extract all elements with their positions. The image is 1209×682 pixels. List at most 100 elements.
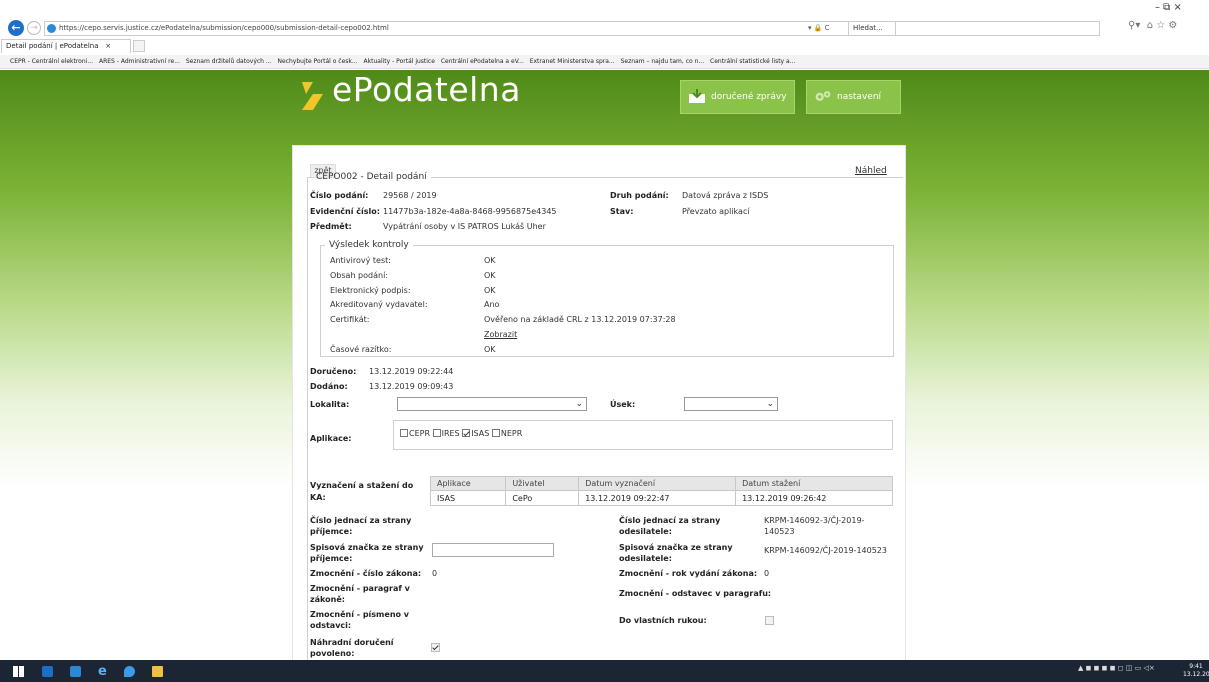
law-number-label: Zmocnění - číslo zákona:	[310, 569, 422, 578]
table-row: ISAS CePo 13.12.2019 09:22:47 13.12.2019…	[429, 490, 893, 506]
bookmark-item[interactable]: Extranet Ministerstva spra...	[530, 58, 615, 65]
application-checkboxes: CEPR IRES ISAS NEPR	[400, 429, 522, 438]
locality-select[interactable]: ⌄	[397, 397, 587, 411]
favorites-star-icon[interactable]: ☆	[1156, 20, 1165, 31]
checkbox-isas[interactable]	[462, 429, 471, 437]
back-arrow-icon[interactable]: ←	[8, 20, 24, 36]
checkbox-cepr[interactable]	[400, 429, 408, 437]
new-tab-button[interactable]	[133, 40, 145, 52]
outlook-icon[interactable]	[42, 666, 53, 677]
bookmark-item[interactable]: Nechybujte Portál o česk...	[278, 58, 358, 65]
file-mark-recipient-label: Spisová značka ze strany příjemce:	[310, 543, 424, 563]
ref-number-recipient-label: Číslo jednací za strany příjemce:	[310, 516, 412, 536]
gears-icon	[815, 91, 831, 101]
received-messages-button[interactable]: doručené zprávy	[680, 80, 795, 114]
status: Převzato aplikací	[682, 207, 750, 216]
bookmark-item[interactable]: CEPR - Centrální elektroni...	[10, 58, 93, 65]
ka-table: Aplikace Uživatel Datum vyznačení Datum …	[429, 476, 893, 506]
browser-tab[interactable]: Detail podání | ePodatelna ×	[1, 39, 131, 53]
bookmark-item[interactable]: Aktuality - Portál justice	[364, 58, 435, 65]
ref-number-sender: KRPM-146092-3/ČJ-2019-140523	[764, 516, 865, 536]
timestamp-value: OK	[484, 345, 496, 354]
toolbar-icons[interactable]: ⚲▾ ⌂ ☆ ⚙	[1128, 20, 1206, 36]
file-mark-sender-label: Spisová značka ze strany odesilatele:	[619, 543, 733, 563]
check-result-fieldset: Výsledek kontroly	[320, 240, 894, 357]
check-value: OK	[484, 256, 496, 265]
section-label: Úsek:	[610, 400, 636, 409]
lync-icon[interactable]	[70, 666, 81, 677]
taskbar	[0, 660, 1209, 682]
start-windows-icon[interactable]	[13, 666, 24, 677]
file-explorer-icon[interactable]	[152, 666, 163, 677]
chevron-down-icon: ⌄	[766, 399, 774, 409]
check-result-legend: Výsledek kontroly	[329, 240, 409, 250]
address-bar-controls[interactable]: ▾ 🔒 C	[808, 21, 843, 36]
tab-close-icon[interactable]: ×	[105, 42, 111, 50]
maps-icon[interactable]	[124, 666, 135, 677]
clock-time: 9:41	[1189, 663, 1203, 670]
registration-number-label: Evidenční číslo:	[310, 207, 380, 216]
favorites-bar: CEPR - Centrální elektroni... ARES - Adm…	[0, 55, 1209, 69]
file-mark-recipient-input[interactable]	[432, 543, 554, 557]
column-header: Datum stažení	[735, 476, 893, 491]
own-hands-label: Do vlastních rukou:	[619, 616, 707, 625]
column-header: Aplikace	[429, 476, 507, 491]
checkbox-nepr[interactable]	[491, 429, 500, 437]
delivered-label: Doručeno:	[310, 367, 357, 376]
show-certificate-link[interactable]: Zobrazit	[484, 330, 517, 339]
settings-button[interactable]: nastavení	[806, 80, 901, 114]
file-mark-sender: KRPM-146092/ČJ-2019-140523	[764, 546, 887, 555]
substitute-delivery-checkbox[interactable]	[431, 643, 440, 652]
subject: Vypátrání osoby v IS PATROS Lukáš Uher	[383, 222, 546, 231]
search-icon[interactable]: ⚲▾	[1128, 20, 1140, 31]
check-value: OK	[484, 286, 496, 295]
supplied-date: 13.12.2019 09:09:43	[369, 382, 454, 391]
search-input[interactable]: Hledat...	[848, 21, 1100, 36]
delivered-date: 13.12.2019 09:22:44	[369, 367, 454, 376]
column-header: Datum vyznačení	[578, 476, 737, 491]
timestamp-label: Časové razítko:	[330, 345, 392, 354]
bookmark-item[interactable]: Centrální ePodatelna a eV...	[441, 58, 524, 65]
table-cell: ISAS	[429, 490, 507, 506]
window-controls[interactable]: – ⧉ ×	[1155, 2, 1209, 16]
checkbox-ires[interactable]	[432, 429, 441, 437]
supplied-label: Dodáno:	[310, 382, 348, 391]
gear-icon[interactable]: ⚙	[1168, 20, 1177, 31]
bookmark-item[interactable]: Centrální statistické listy a...	[710, 58, 795, 65]
law-year-label: Zmocnění - rok vydání zákona:	[619, 569, 758, 578]
inbox-icon	[689, 89, 705, 103]
table-cell: CePo	[505, 490, 580, 506]
substitute-delivery-label: Náhradní doručení povoleno:	[310, 638, 394, 658]
check-label: Antivirový test:	[330, 256, 391, 265]
ka-label: Vyznačení a stažení do KA:	[310, 481, 414, 502]
column-header: Uživatel	[505, 476, 580, 491]
chevron-down-icon: ⌄	[575, 399, 583, 409]
address-bar[interactable]: https://cepo.servis.justice.cz/ePodateln…	[44, 21, 896, 36]
law-paragraph-label: Zmocnění - paragraf v zákoně:	[310, 584, 410, 604]
received-messages-label: doručené zprávy	[711, 92, 787, 102]
table-cell: 13.12.2019 09:26:42	[735, 490, 893, 506]
submission-type: Datová zpráva z ISDS	[682, 191, 769, 200]
submission-number-label: Číslo podání:	[310, 191, 369, 200]
taskbar-clock[interactable]: 9:4113.12.2019	[1183, 663, 1209, 679]
check-label: Certifikát:	[330, 315, 370, 324]
internet-explorer-icon[interactable]: e	[98, 665, 109, 678]
bookmark-item[interactable]: Seznam držitelů datových ...	[186, 58, 272, 65]
registration-number: 11477b3a-182e-4a8a-8468-9956875e4345	[383, 207, 557, 216]
check-value: OK	[484, 271, 496, 280]
table-cell: 13.12.2019 09:22:47	[578, 490, 737, 506]
system-tray[interactable]: ▲ ◼ ◼ ◼ ◼ ◻ ◫ ▭ ◁×	[1078, 664, 1188, 678]
bookmark-item[interactable]: Seznam – najdu tam, co n...	[621, 58, 705, 65]
subject-label: Předmět:	[310, 222, 352, 231]
epodatelna-logo-icon	[302, 82, 323, 110]
check-value: Ano	[484, 300, 500, 309]
bookmark-item[interactable]: ARES - Administrativní re...	[99, 58, 180, 65]
letter-label: Zmocnění - písmeno v odstavci:	[310, 610, 410, 630]
ref-number-sender-label: Číslo jednací za strany odesilatele:	[619, 516, 721, 536]
settings-label: nastavení	[837, 92, 882, 102]
ie-icon	[47, 24, 56, 33]
section-select[interactable]: ⌄	[684, 397, 778, 411]
forward-arrow-icon[interactable]: →	[27, 21, 41, 35]
own-hands-checkbox[interactable]	[765, 616, 774, 625]
home-icon[interactable]: ⌂	[1147, 20, 1153, 31]
